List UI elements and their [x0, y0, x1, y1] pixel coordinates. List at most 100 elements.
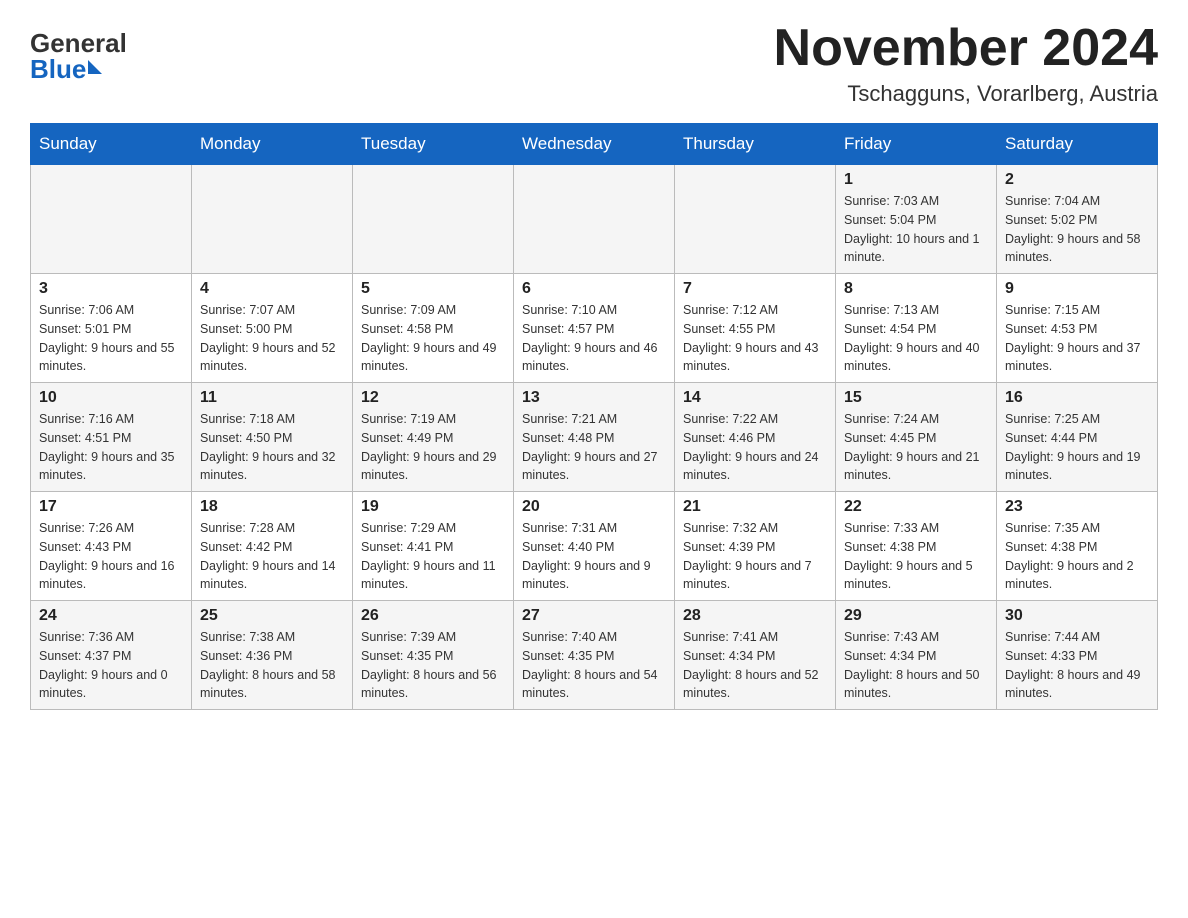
- day-number: 23: [1005, 498, 1149, 516]
- calendar-week-2: 3Sunrise: 7:06 AMSunset: 5:01 PMDaylight…: [31, 274, 1158, 383]
- calendar-cell: 2 Sunrise: 7:04 AMSunset: 5:02 PMDaylight…: [997, 165, 1158, 274]
- calendar-cell: 14 Sunrise: 7:22 AMSunset: 4:46 PMDayligh…: [675, 383, 836, 492]
- col-header-friday: Friday: [836, 124, 997, 165]
- col-header-sunday: Sunday: [31, 124, 192, 165]
- calendar-cell: 3Sunrise: 7:06 AMSunset: 5:01 PMDaylight…: [31, 274, 192, 383]
- day-number: 30: [1005, 607, 1149, 625]
- day-number: 6: [522, 280, 666, 298]
- day-number: 14: [683, 389, 827, 407]
- day-number: 26: [361, 607, 505, 625]
- day-number: 19: [361, 498, 505, 516]
- day-number: 9: [1005, 280, 1149, 298]
- day-number: 18: [200, 498, 344, 516]
- day-number: 10: [39, 389, 183, 407]
- calendar-table: SundayMondayTuesdayWednesdayThursdayFrid…: [30, 123, 1158, 710]
- calendar-cell: 8Sunrise: 7:13 AMSunset: 4:54 PMDaylight…: [836, 274, 997, 383]
- calendar-cell: 20Sunrise: 7:31 AMSunset: 4:40 PMDayligh…: [514, 492, 675, 601]
- day-number: 12: [361, 389, 505, 407]
- col-header-tuesday: Tuesday: [353, 124, 514, 165]
- calendar-cell: 21Sunrise: 7:32 AMSunset: 4:39 PMDayligh…: [675, 492, 836, 601]
- day-number: 7: [683, 280, 827, 298]
- calendar-week-1: 1Sunrise: 7:03 AMSunset: 5:04 PMDaylight…: [31, 165, 1158, 274]
- day-info: Sunrise: 7:38 AMSunset: 4:36 PMDaylight:…: [200, 628, 344, 703]
- calendar-cell: 1Sunrise: 7:03 AMSunset: 5:04 PMDaylight…: [836, 165, 997, 274]
- col-header-wednesday: Wednesday: [514, 124, 675, 165]
- logo-triangle-icon: [88, 60, 102, 74]
- day-number: 16: [1005, 389, 1149, 407]
- calendar-cell: 22 Sunrise: 7:33 AMSunset: 4:38 PMDayligh…: [836, 492, 997, 601]
- calendar-week-5: 24 Sunrise: 7:36 AMSunset: 4:37 PMDayligh…: [31, 601, 1158, 710]
- title-area: November 2024 Tschagguns, Vorarlberg, Au…: [774, 20, 1158, 107]
- calendar-cell: [192, 165, 353, 274]
- calendar-cell: [514, 165, 675, 274]
- day-info: Sunrise: 7:28 AMSunset: 4:42 PMDaylight:…: [200, 519, 344, 594]
- day-info: Sunrise: 7:40 AMSunset: 4:35 PMDaylight:…: [522, 628, 666, 703]
- calendar-week-3: 10 Sunrise: 7:16 AMSunset: 4:51 PMDayligh…: [31, 383, 1158, 492]
- calendar-cell: 11 Sunrise: 7:18 AMSunset: 4:50 PMDayligh…: [192, 383, 353, 492]
- day-info: Sunrise: 7:16 AMSunset: 4:51 PMDaylight:…: [39, 410, 183, 485]
- calendar-cell: 13 Sunrise: 7:21 AMSunset: 4:48 PMDayligh…: [514, 383, 675, 492]
- logo: General Blue: [30, 20, 127, 82]
- day-info: Sunrise: 7:09 AMSunset: 4:58 PMDaylight:…: [361, 301, 505, 376]
- calendar-cell: 23 Sunrise: 7:35 AMSunset: 4:38 PMDayligh…: [997, 492, 1158, 601]
- calendar-cell: 29Sunrise: 7:43 AMSunset: 4:34 PMDayligh…: [836, 601, 997, 710]
- calendar-cell: 15Sunrise: 7:24 AMSunset: 4:45 PMDayligh…: [836, 383, 997, 492]
- day-info: Sunrise: 7:36 AMSunset: 4:37 PMDaylight:…: [39, 628, 183, 703]
- col-header-saturday: Saturday: [997, 124, 1158, 165]
- calendar-cell: 30 Sunrise: 7:44 AMSunset: 4:33 PMDayligh…: [997, 601, 1158, 710]
- day-info: Sunrise: 7:07 AMSunset: 5:00 PMDaylight:…: [200, 301, 344, 376]
- col-header-thursday: Thursday: [675, 124, 836, 165]
- header: General Blue November 2024 Tschagguns, V…: [30, 20, 1158, 107]
- day-number: 15: [844, 389, 988, 407]
- day-info: Sunrise: 7:21 AMSunset: 4:48 PMDaylight:…: [522, 410, 666, 485]
- day-number: 11: [200, 389, 344, 407]
- col-header-monday: Monday: [192, 124, 353, 165]
- day-info: Sunrise: 7:33 AMSunset: 4:38 PMDaylight:…: [844, 519, 988, 594]
- calendar-cell: [353, 165, 514, 274]
- day-number: 25: [200, 607, 344, 625]
- calendar-cell: 25 Sunrise: 7:38 AMSunset: 4:36 PMDayligh…: [192, 601, 353, 710]
- day-number: 4: [200, 280, 344, 298]
- day-number: 17: [39, 498, 183, 516]
- logo-blue-text: Blue: [30, 56, 102, 82]
- calendar-cell: 12 Sunrise: 7:19 AMSunset: 4:49 PMDayligh…: [353, 383, 514, 492]
- day-number: 22: [844, 498, 988, 516]
- day-number: 27: [522, 607, 666, 625]
- calendar-cell: 5 Sunrise: 7:09 AMSunset: 4:58 PMDaylight…: [353, 274, 514, 383]
- calendar-cell: 17Sunrise: 7:26 AMSunset: 4:43 PMDayligh…: [31, 492, 192, 601]
- day-number: 20: [522, 498, 666, 516]
- calendar-cell: 27 Sunrise: 7:40 AMSunset: 4:35 PMDayligh…: [514, 601, 675, 710]
- calendar-cell: [675, 165, 836, 274]
- calendar-cell: 28Sunrise: 7:41 AMSunset: 4:34 PMDayligh…: [675, 601, 836, 710]
- calendar-cell: 18 Sunrise: 7:28 AMSunset: 4:42 PMDayligh…: [192, 492, 353, 601]
- calendar-week-4: 17Sunrise: 7:26 AMSunset: 4:43 PMDayligh…: [31, 492, 1158, 601]
- calendar-cell: 10 Sunrise: 7:16 AMSunset: 4:51 PMDayligh…: [31, 383, 192, 492]
- day-info: Sunrise: 7:43 AMSunset: 4:34 PMDaylight:…: [844, 628, 988, 703]
- day-number: 28: [683, 607, 827, 625]
- day-info: Sunrise: 7:22 AMSunset: 4:46 PMDaylight:…: [683, 410, 827, 485]
- day-number: 24: [39, 607, 183, 625]
- day-number: 2: [1005, 171, 1149, 189]
- day-info: Sunrise: 7:35 AMSunset: 4:38 PMDaylight:…: [1005, 519, 1149, 594]
- calendar-cell: 19Sunrise: 7:29 AMSunset: 4:41 PMDayligh…: [353, 492, 514, 601]
- day-info: Sunrise: 7:10 AMSunset: 4:57 PMDaylight:…: [522, 301, 666, 376]
- day-info: Sunrise: 7:04 AMSunset: 5:02 PMDaylight:…: [1005, 192, 1149, 267]
- calendar-cell: 6 Sunrise: 7:10 AMSunset: 4:57 PMDaylight…: [514, 274, 675, 383]
- day-number: 13: [522, 389, 666, 407]
- day-info: Sunrise: 7:19 AMSunset: 4:49 PMDaylight:…: [361, 410, 505, 485]
- calendar-cell: 7Sunrise: 7:12 AMSunset: 4:55 PMDaylight…: [675, 274, 836, 383]
- day-number: 5: [361, 280, 505, 298]
- logo-general-text: General: [30, 30, 127, 56]
- day-info: Sunrise: 7:13 AMSunset: 4:54 PMDaylight:…: [844, 301, 988, 376]
- day-info: Sunrise: 7:03 AMSunset: 5:04 PMDaylight:…: [844, 192, 988, 267]
- day-info: Sunrise: 7:25 AMSunset: 4:44 PMDaylight:…: [1005, 410, 1149, 485]
- header-row: SundayMondayTuesdayWednesdayThursdayFrid…: [31, 124, 1158, 165]
- calendar-cell: [31, 165, 192, 274]
- day-info: Sunrise: 7:06 AMSunset: 5:01 PMDaylight:…: [39, 301, 183, 376]
- calendar-cell: 24 Sunrise: 7:36 AMSunset: 4:37 PMDayligh…: [31, 601, 192, 710]
- day-info: Sunrise: 7:18 AMSunset: 4:50 PMDaylight:…: [200, 410, 344, 485]
- month-title: November 2024: [774, 20, 1158, 77]
- calendar-cell: 9Sunrise: 7:15 AMSunset: 4:53 PMDaylight…: [997, 274, 1158, 383]
- calendar-cell: 16 Sunrise: 7:25 AMSunset: 4:44 PMDayligh…: [997, 383, 1158, 492]
- day-info: Sunrise: 7:44 AMSunset: 4:33 PMDaylight:…: [1005, 628, 1149, 703]
